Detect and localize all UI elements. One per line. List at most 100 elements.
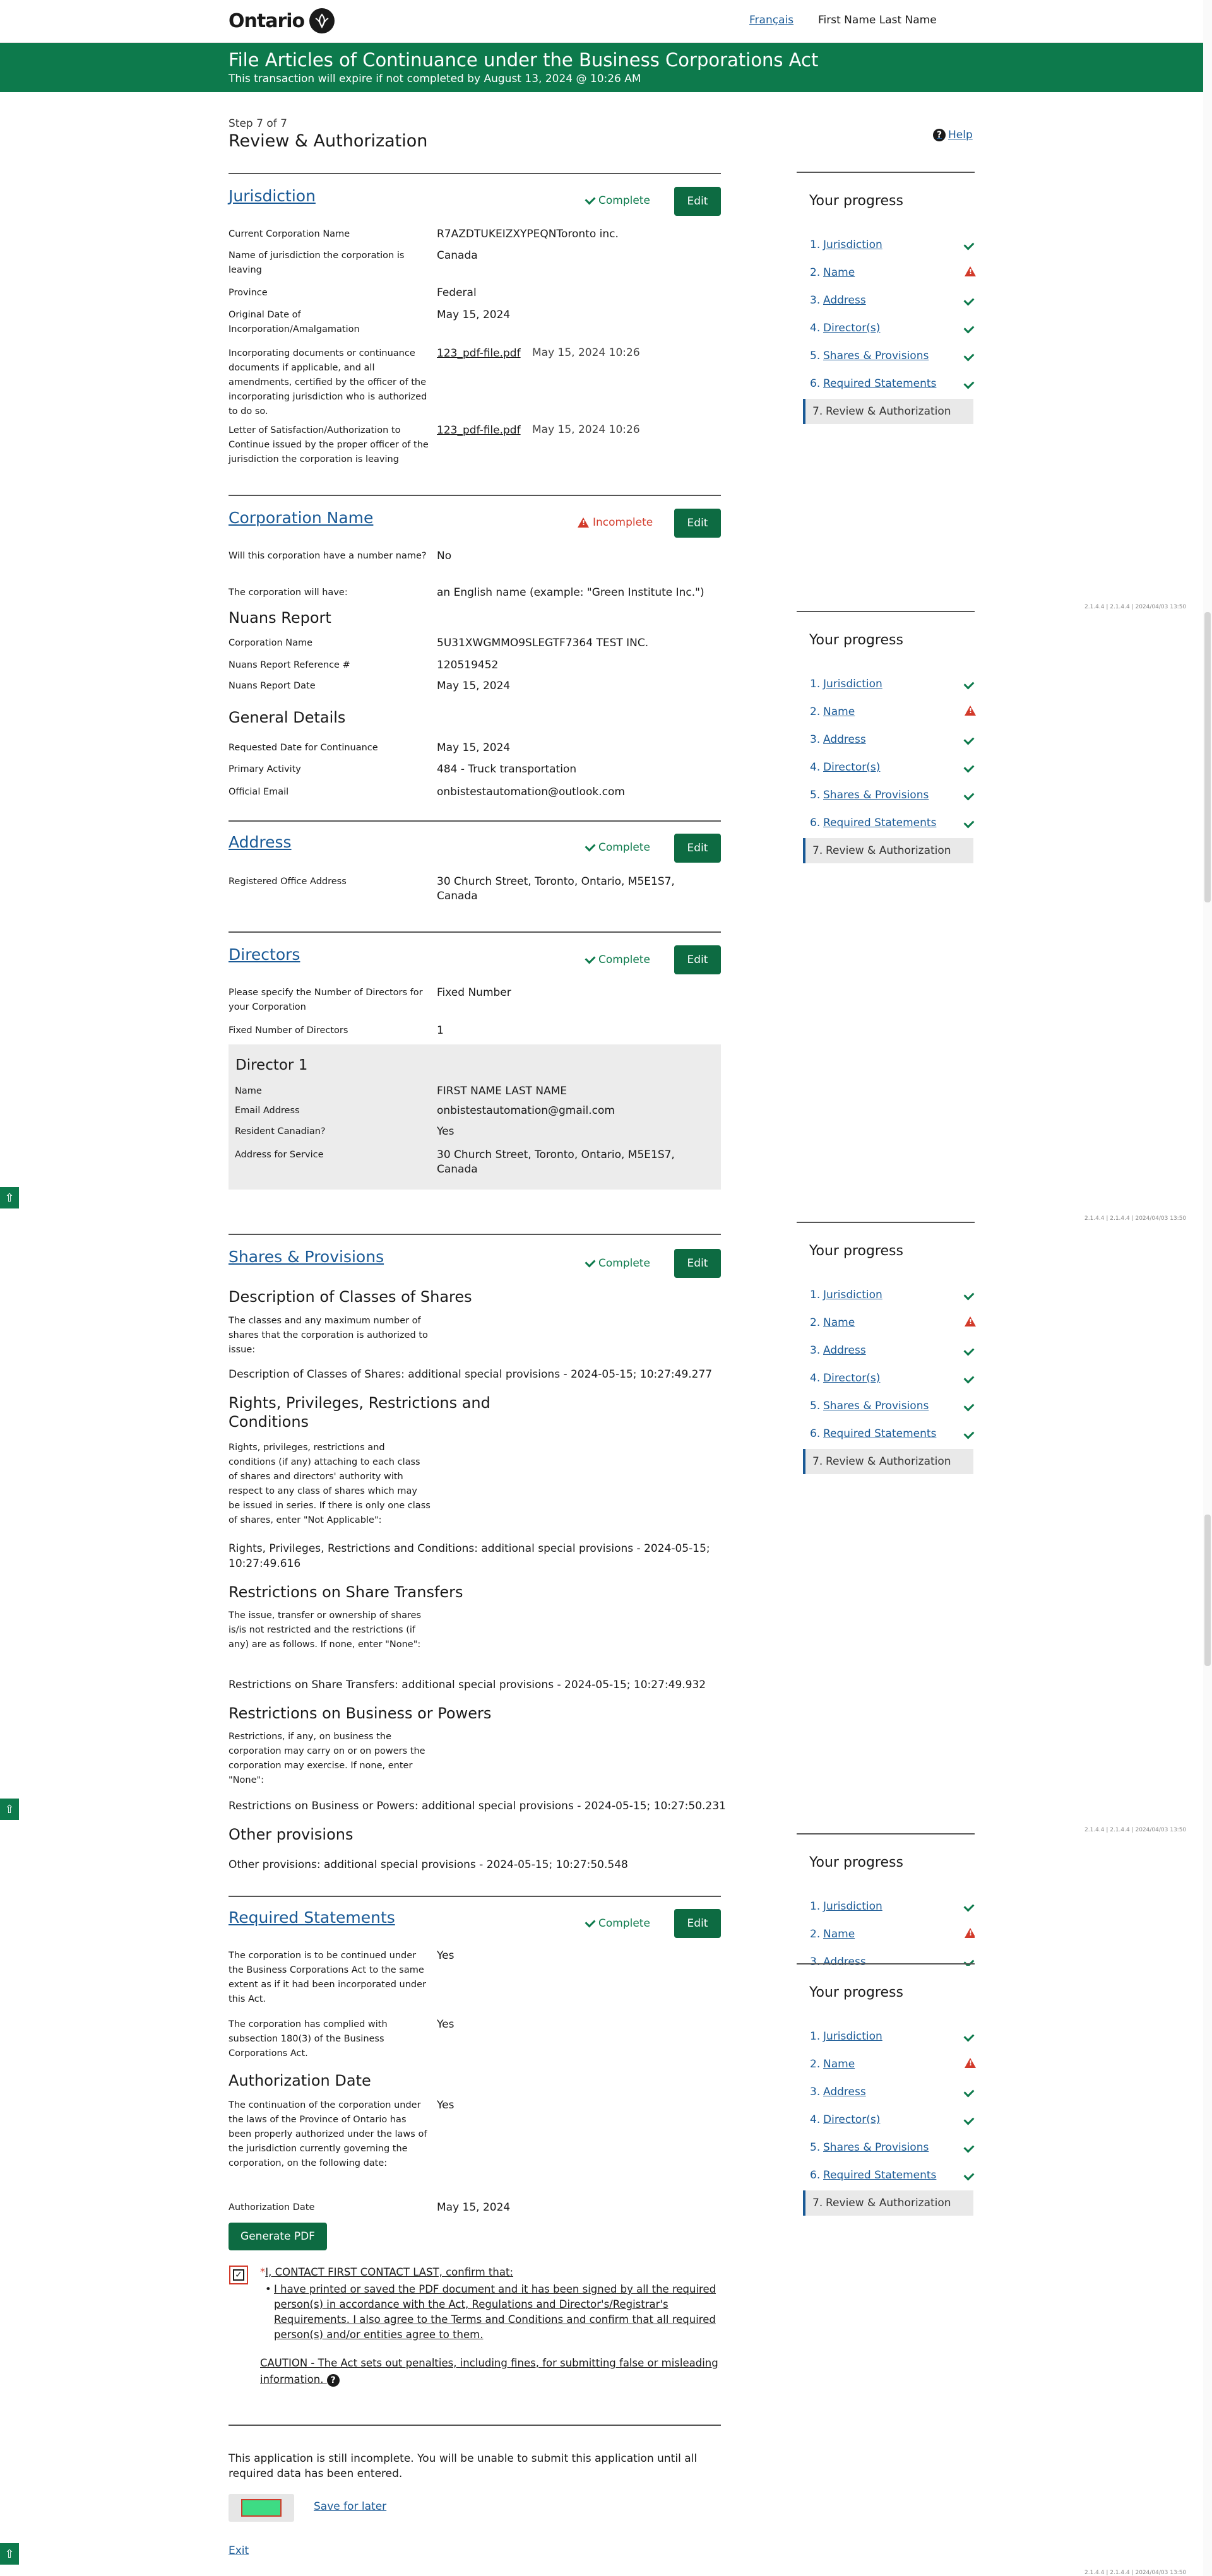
progress-item-label[interactable]: Address — [823, 2086, 866, 2098]
progress-item-label[interactable]: Shares & Provisions — [823, 1400, 929, 1412]
shares-section-title[interactable]: Shares & Provisions — [229, 1248, 384, 1266]
progress-item-label[interactable]: Name — [823, 1316, 855, 1329]
progress-item[interactable]: 2. Name — [803, 1922, 975, 1947]
progress-item-label[interactable]: Name — [823, 1928, 855, 1941]
progress-item-label[interactable]: Director(s) — [823, 1372, 880, 1385]
progress-item[interactable]: 1. Jurisdiction — [803, 2024, 975, 2049]
progress-item-label[interactable]: Required Statements — [823, 377, 936, 390]
progress-item-label[interactable]: Required Statements — [823, 817, 936, 829]
progress-title: Your progress — [809, 1855, 903, 1870]
progress-item-label[interactable]: Shares & Provisions — [823, 789, 929, 801]
field-value: Yes — [437, 2099, 454, 2112]
corporation-name-edit-button[interactable]: Edit — [674, 509, 721, 538]
check-icon — [963, 1427, 975, 1440]
progress-item[interactable]: 4. Director(s) — [803, 755, 975, 780]
address-edit-button[interactable]: Edit — [674, 834, 721, 863]
file-link[interactable]: 123_pdf-file.pdf — [437, 423, 521, 438]
shares-edit-button[interactable]: Edit — [674, 1249, 721, 1278]
file-link[interactable]: 123_pdf-file.pdf — [437, 346, 521, 361]
progress-item[interactable]: 3. Address — [803, 1338, 975, 1363]
progress-item[interactable]: 2. Name — [803, 699, 976, 724]
progress-item[interactable]: 3. Address — [803, 727, 975, 752]
progress-item[interactable]: 2. Name — [803, 1310, 976, 1335]
back-to-top-button[interactable]: ⇧ — [0, 1187, 19, 1208]
progress-item-label[interactable]: Name — [823, 706, 855, 718]
scrollbar-thumb[interactable] — [1204, 612, 1211, 902]
jurisdiction-section-title[interactable]: Jurisdiction — [229, 187, 316, 205]
section-divider — [229, 495, 721, 496]
progress-item-label[interactable]: Jurisdiction — [823, 678, 882, 690]
progress-item-label[interactable]: Address — [823, 1344, 866, 1357]
progress-item-label[interactable]: Jurisdiction — [823, 1289, 882, 1301]
progress-item[interactable]: 1. Jurisdiction — [803, 671, 975, 697]
progress-item-label[interactable]: Address — [823, 294, 866, 307]
progress-item[interactable]: 2. Name — [803, 2052, 976, 2077]
progress-item[interactable]: 4. Director(s) — [803, 316, 975, 341]
progress-item[interactable]: 4. Director(s) — [803, 1366, 975, 1391]
progress-item-label[interactable]: Required Statements — [823, 2169, 936, 2182]
progress-item[interactable]: 6. Required Statements — [803, 1421, 975, 1446]
progress-item-label[interactable]: Jurisdiction — [823, 1900, 882, 1913]
field-label: Primary Activity — [229, 764, 301, 774]
progress-item[interactable]: 6. Required Statements — [803, 810, 975, 836]
progress-item-number: 2. — [810, 2058, 821, 2071]
progress-item-label[interactable]: Shares & Provisions — [823, 2141, 929, 2154]
exit-link[interactable]: Exit — [229, 2544, 249, 2557]
progress-item[interactable]: 4. Director(s) — [803, 2107, 975, 2132]
back-to-top-button[interactable]: ⇧ — [0, 2543, 19, 2565]
progress-item[interactable]: 6. Required Statements — [803, 2163, 975, 2188]
progress-item[interactable]: 5. Shares & Provisions — [803, 343, 975, 369]
progress-item-label[interactable]: Director(s) — [823, 322, 880, 334]
progress-item[interactable]: 5. Shares & Provisions — [803, 1393, 975, 1419]
progress-item-label[interactable]: Jurisdiction — [823, 239, 882, 251]
scrollbar-track[interactable] — [1203, 0, 1212, 2576]
progress-item[interactable]: 6. Required Statements — [803, 371, 975, 396]
progress-item-label: Review & Authorization — [826, 844, 951, 857]
required-statements-section-title[interactable]: Required Statements — [229, 1908, 395, 1927]
help-link[interactable]: ? Help — [933, 129, 973, 141]
ontario-logo[interactable]: Ontario — [229, 6, 335, 35]
shares-status: Complete — [585, 1256, 650, 1270]
confirm-checkbox[interactable]: ✓ — [229, 2266, 248, 2284]
field-label: Official Email — [229, 787, 289, 797]
back-to-top-button[interactable]: ⇧ — [0, 1799, 19, 1820]
progress-item[interactable]: 2. Name — [803, 260, 976, 285]
progress-item[interactable]: 1. Jurisdiction — [803, 1282, 975, 1308]
progress-item-label[interactable]: Name — [823, 266, 855, 279]
progress-item[interactable]: 3. Address — [803, 288, 975, 313]
progress-item[interactable]: 1. Jurisdiction — [803, 1894, 975, 1919]
progress-item-label[interactable]: Required Statements — [823, 1427, 936, 1440]
required-statements-edit-button[interactable]: Edit — [674, 1909, 721, 1938]
caution-help-icon[interactable]: ? — [326, 2374, 340, 2387]
section-divider — [229, 1234, 721, 1235]
jurisdiction-edit-button[interactable]: Edit — [674, 187, 721, 216]
progress-item-label[interactable]: Address — [823, 733, 866, 746]
progress-item[interactable]: 5. Shares & Provisions — [803, 2135, 975, 2160]
warning-icon — [578, 517, 589, 528]
check-icon — [963, 2113, 975, 2126]
confirm-statement: I have printed or saved the PDF document… — [265, 2282, 722, 2343]
corporation-name-section-title[interactable]: Corporation Name — [229, 509, 373, 527]
save-for-later-link[interactable]: Save for later — [314, 2500, 386, 2513]
progress-item-label[interactable]: Director(s) — [823, 2113, 880, 2126]
progress-item-label[interactable]: Jurisdiction — [823, 2030, 882, 2043]
progress-item[interactable]: 3. Address — [803, 2079, 975, 2105]
progress-item[interactable]: 1. Jurisdiction — [803, 232, 975, 257]
directors-section-title[interactable]: Directors — [229, 945, 300, 964]
progress-item-label[interactable]: Director(s) — [823, 761, 880, 774]
progress-item-label[interactable]: Shares & Provisions — [823, 350, 929, 362]
generate-pdf-button[interactable]: Generate PDF — [229, 2223, 327, 2250]
progress-item[interactable]: 5. Shares & Provisions — [803, 783, 975, 808]
french-language-link[interactable]: Français — [749, 14, 793, 27]
check-icon — [963, 1344, 975, 1357]
submit-button[interactable] — [229, 2494, 294, 2522]
address-section-title[interactable]: Address — [229, 833, 292, 851]
scrollbar-thumb[interactable] — [1204, 1515, 1211, 1666]
user-name[interactable]: First Name Last Name — [818, 14, 937, 27]
field-value: Restrictions on Share Transfers: additio… — [229, 1679, 706, 1691]
progress-item-number: 4. — [810, 761, 821, 774]
progress-item-label: Review & Authorization — [826, 2197, 951, 2209]
directors-edit-button[interactable]: Edit — [674, 945, 721, 974]
progress-item-label[interactable]: Name — [823, 2058, 855, 2071]
field-value: May 15, 2024 — [437, 680, 511, 692]
